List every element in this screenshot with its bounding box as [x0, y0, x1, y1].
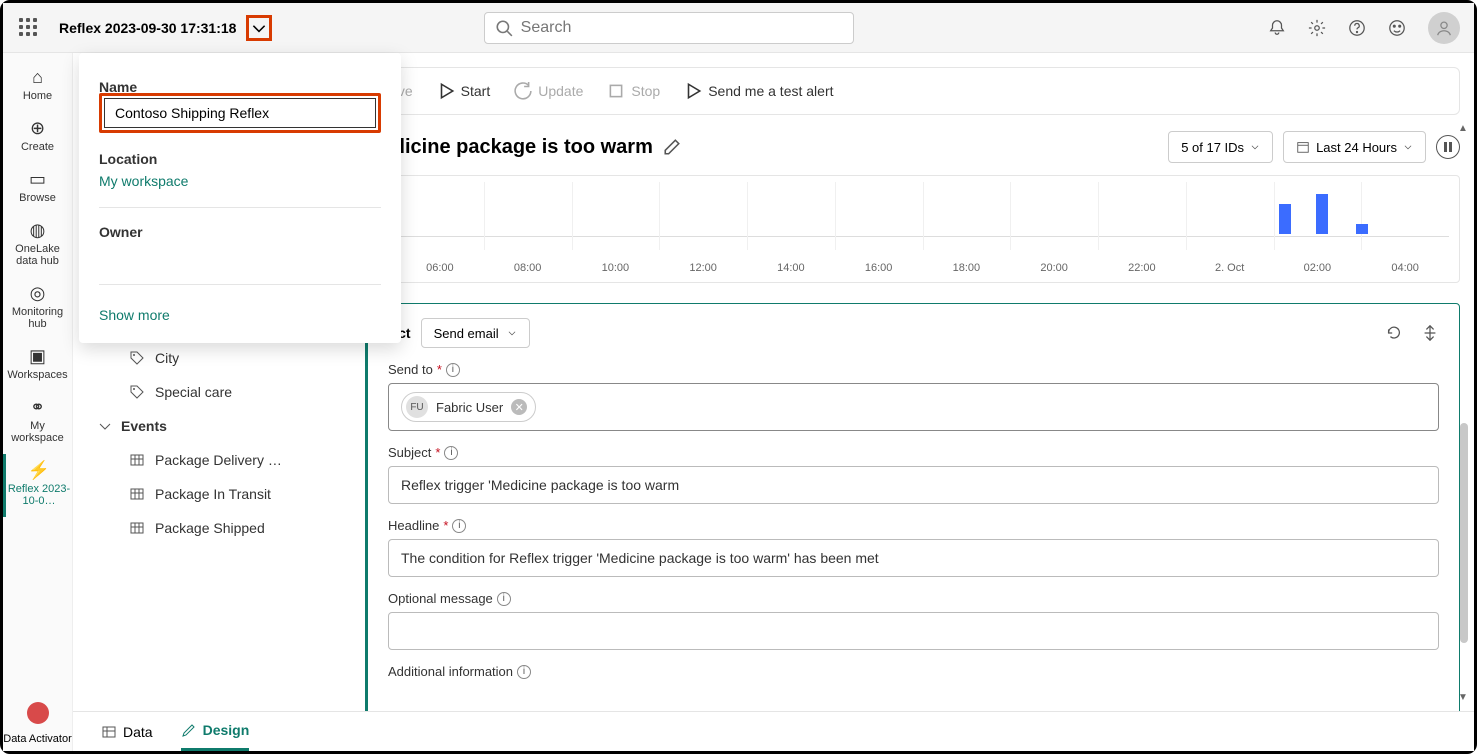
play-icon — [437, 82, 455, 100]
name-dropdown-toggle[interactable] — [246, 15, 272, 41]
account-avatar[interactable] — [1428, 12, 1460, 44]
test-alert-button[interactable]: Send me a test alert — [684, 82, 833, 100]
show-more-link[interactable]: Show more — [99, 307, 170, 323]
play-outline-icon — [684, 82, 702, 100]
update-button: Update — [514, 82, 583, 100]
tab-data[interactable]: Data — [101, 712, 153, 751]
subject-label: Subject*i — [388, 445, 1439, 460]
rail-browse[interactable]: ▭Browse — [3, 163, 72, 214]
event-item[interactable]: Package In Transit — [87, 477, 357, 511]
edit-icon[interactable] — [663, 138, 681, 156]
table-icon — [129, 520, 145, 536]
tag-icon — [129, 350, 145, 366]
document-title: Reflex 2023-09-30 17:31:18 — [59, 20, 236, 36]
search-icon — [495, 19, 513, 37]
send-to-input[interactable]: FU Fabric User ✕ — [388, 383, 1439, 431]
subject-input[interactable]: Reflex trigger 'Medicine package is too … — [388, 466, 1439, 504]
activity-chart: 0 06:0008:0010:0012:0014:0016:0018:0020:… — [365, 175, 1460, 283]
tab-design[interactable]: Design — [181, 712, 250, 751]
start-button[interactable]: Start — [437, 82, 491, 100]
rail-my-workspace[interactable]: ⚭My workspace — [3, 391, 72, 454]
location-label: Location — [99, 151, 381, 167]
headline-label: Headline*i — [388, 518, 1439, 533]
rename-popover: Name Location My workspace Owner Show mo… — [79, 53, 401, 343]
time-range-dropdown[interactable]: Last 24 Hours — [1283, 131, 1426, 163]
rail-create[interactable]: ⊕Create — [3, 112, 72, 163]
info-icon[interactable]: i — [497, 592, 511, 606]
tag-icon — [129, 384, 145, 400]
bottom-tabs: Data Design — [73, 711, 1474, 751]
search-input[interactable]: Search — [484, 12, 854, 44]
property-item[interactable]: Special care — [87, 375, 357, 409]
optional-message-label: Optional messagei — [388, 591, 1439, 606]
rail-data-activator[interactable]: Data Activator — [3, 702, 72, 751]
headline-input[interactable]: The condition for Reflex trigger 'Medici… — [388, 539, 1439, 577]
owner-label: Owner — [99, 224, 381, 240]
send-to-label: Send to*i — [388, 362, 1439, 377]
search-placeholder: Search — [521, 19, 572, 37]
vertical-scrollbar[interactable]: ▲ ▼ — [1456, 123, 1470, 703]
table-icon — [101, 724, 117, 740]
recipient-chip: FU Fabric User ✕ — [401, 392, 536, 422]
rail-reflex-item[interactable]: ⚡Reflex 2023-10-0… — [3, 454, 72, 517]
calendar-icon — [1296, 140, 1310, 154]
notifications-icon[interactable] — [1268, 19, 1286, 37]
events-section[interactable]: Events — [87, 409, 357, 443]
recipient-avatar: FU — [406, 396, 428, 418]
rail-home[interactable]: ⌂Home — [3, 61, 72, 112]
data-activator-icon — [27, 702, 49, 724]
info-icon[interactable]: i — [444, 446, 458, 460]
main-panel: Medicine package is too warm 5 of 17 IDs… — [365, 125, 1460, 751]
adjust-icon[interactable] — [1421, 324, 1439, 342]
trigger-title: Medicine package is too warm — [365, 136, 653, 159]
table-icon — [129, 486, 145, 502]
event-item[interactable]: Package Delivery … — [87, 443, 357, 477]
stop-button: Stop — [607, 82, 660, 100]
recipient-name: Fabric User — [436, 400, 503, 415]
remove-recipient-icon[interactable]: ✕ — [511, 399, 527, 415]
refresh-icon — [514, 82, 532, 100]
rail-onelake[interactable]: ◍OneLake data hub — [3, 214, 72, 277]
id-filter-dropdown[interactable]: 5 of 17 IDs — [1168, 131, 1273, 163]
settings-icon[interactable] — [1308, 19, 1326, 37]
help-icon[interactable] — [1348, 19, 1366, 37]
additional-info-label: Additional informationi — [388, 664, 1439, 679]
table-icon — [129, 452, 145, 468]
action-type-dropdown[interactable]: Send email — [421, 318, 530, 348]
feedback-icon[interactable] — [1388, 19, 1406, 37]
pen-icon — [181, 722, 197, 738]
reflex-name-input[interactable] — [104, 98, 376, 128]
event-item[interactable]: Package Shipped — [87, 511, 357, 545]
property-item[interactable]: City — [87, 341, 357, 375]
top-bar: Reflex 2023-09-30 17:31:18 Search — [3, 3, 1474, 53]
undo-icon[interactable] — [1385, 324, 1403, 342]
app-launcher-icon[interactable] — [17, 16, 41, 40]
optional-message-input[interactable] — [388, 612, 1439, 650]
main-header: Medicine package is too warm 5 of 17 IDs… — [365, 125, 1460, 169]
name-field-highlight — [99, 93, 381, 133]
top-right-icons — [1268, 12, 1460, 44]
x-axis-ticks: 06:0008:0010:0012:0014:0016:0018:0020:00… — [396, 262, 1449, 274]
left-navigation-rail: ⌂Home ⊕Create ▭Browse ◍OneLake data hub … — [3, 53, 73, 751]
location-link[interactable]: My workspace — [99, 173, 188, 189]
stop-icon — [607, 82, 625, 100]
info-icon[interactable]: i — [517, 665, 531, 679]
chevron-down-icon — [97, 418, 113, 434]
act-card: Act Send email Send to*i FU Fabric User … — [365, 303, 1460, 751]
rail-workspaces[interactable]: ▣Workspaces — [3, 340, 72, 391]
info-icon[interactable]: i — [452, 519, 466, 533]
info-icon[interactable]: i — [446, 363, 460, 377]
rail-monitoring[interactable]: ◎Monitoring hub — [3, 277, 72, 340]
